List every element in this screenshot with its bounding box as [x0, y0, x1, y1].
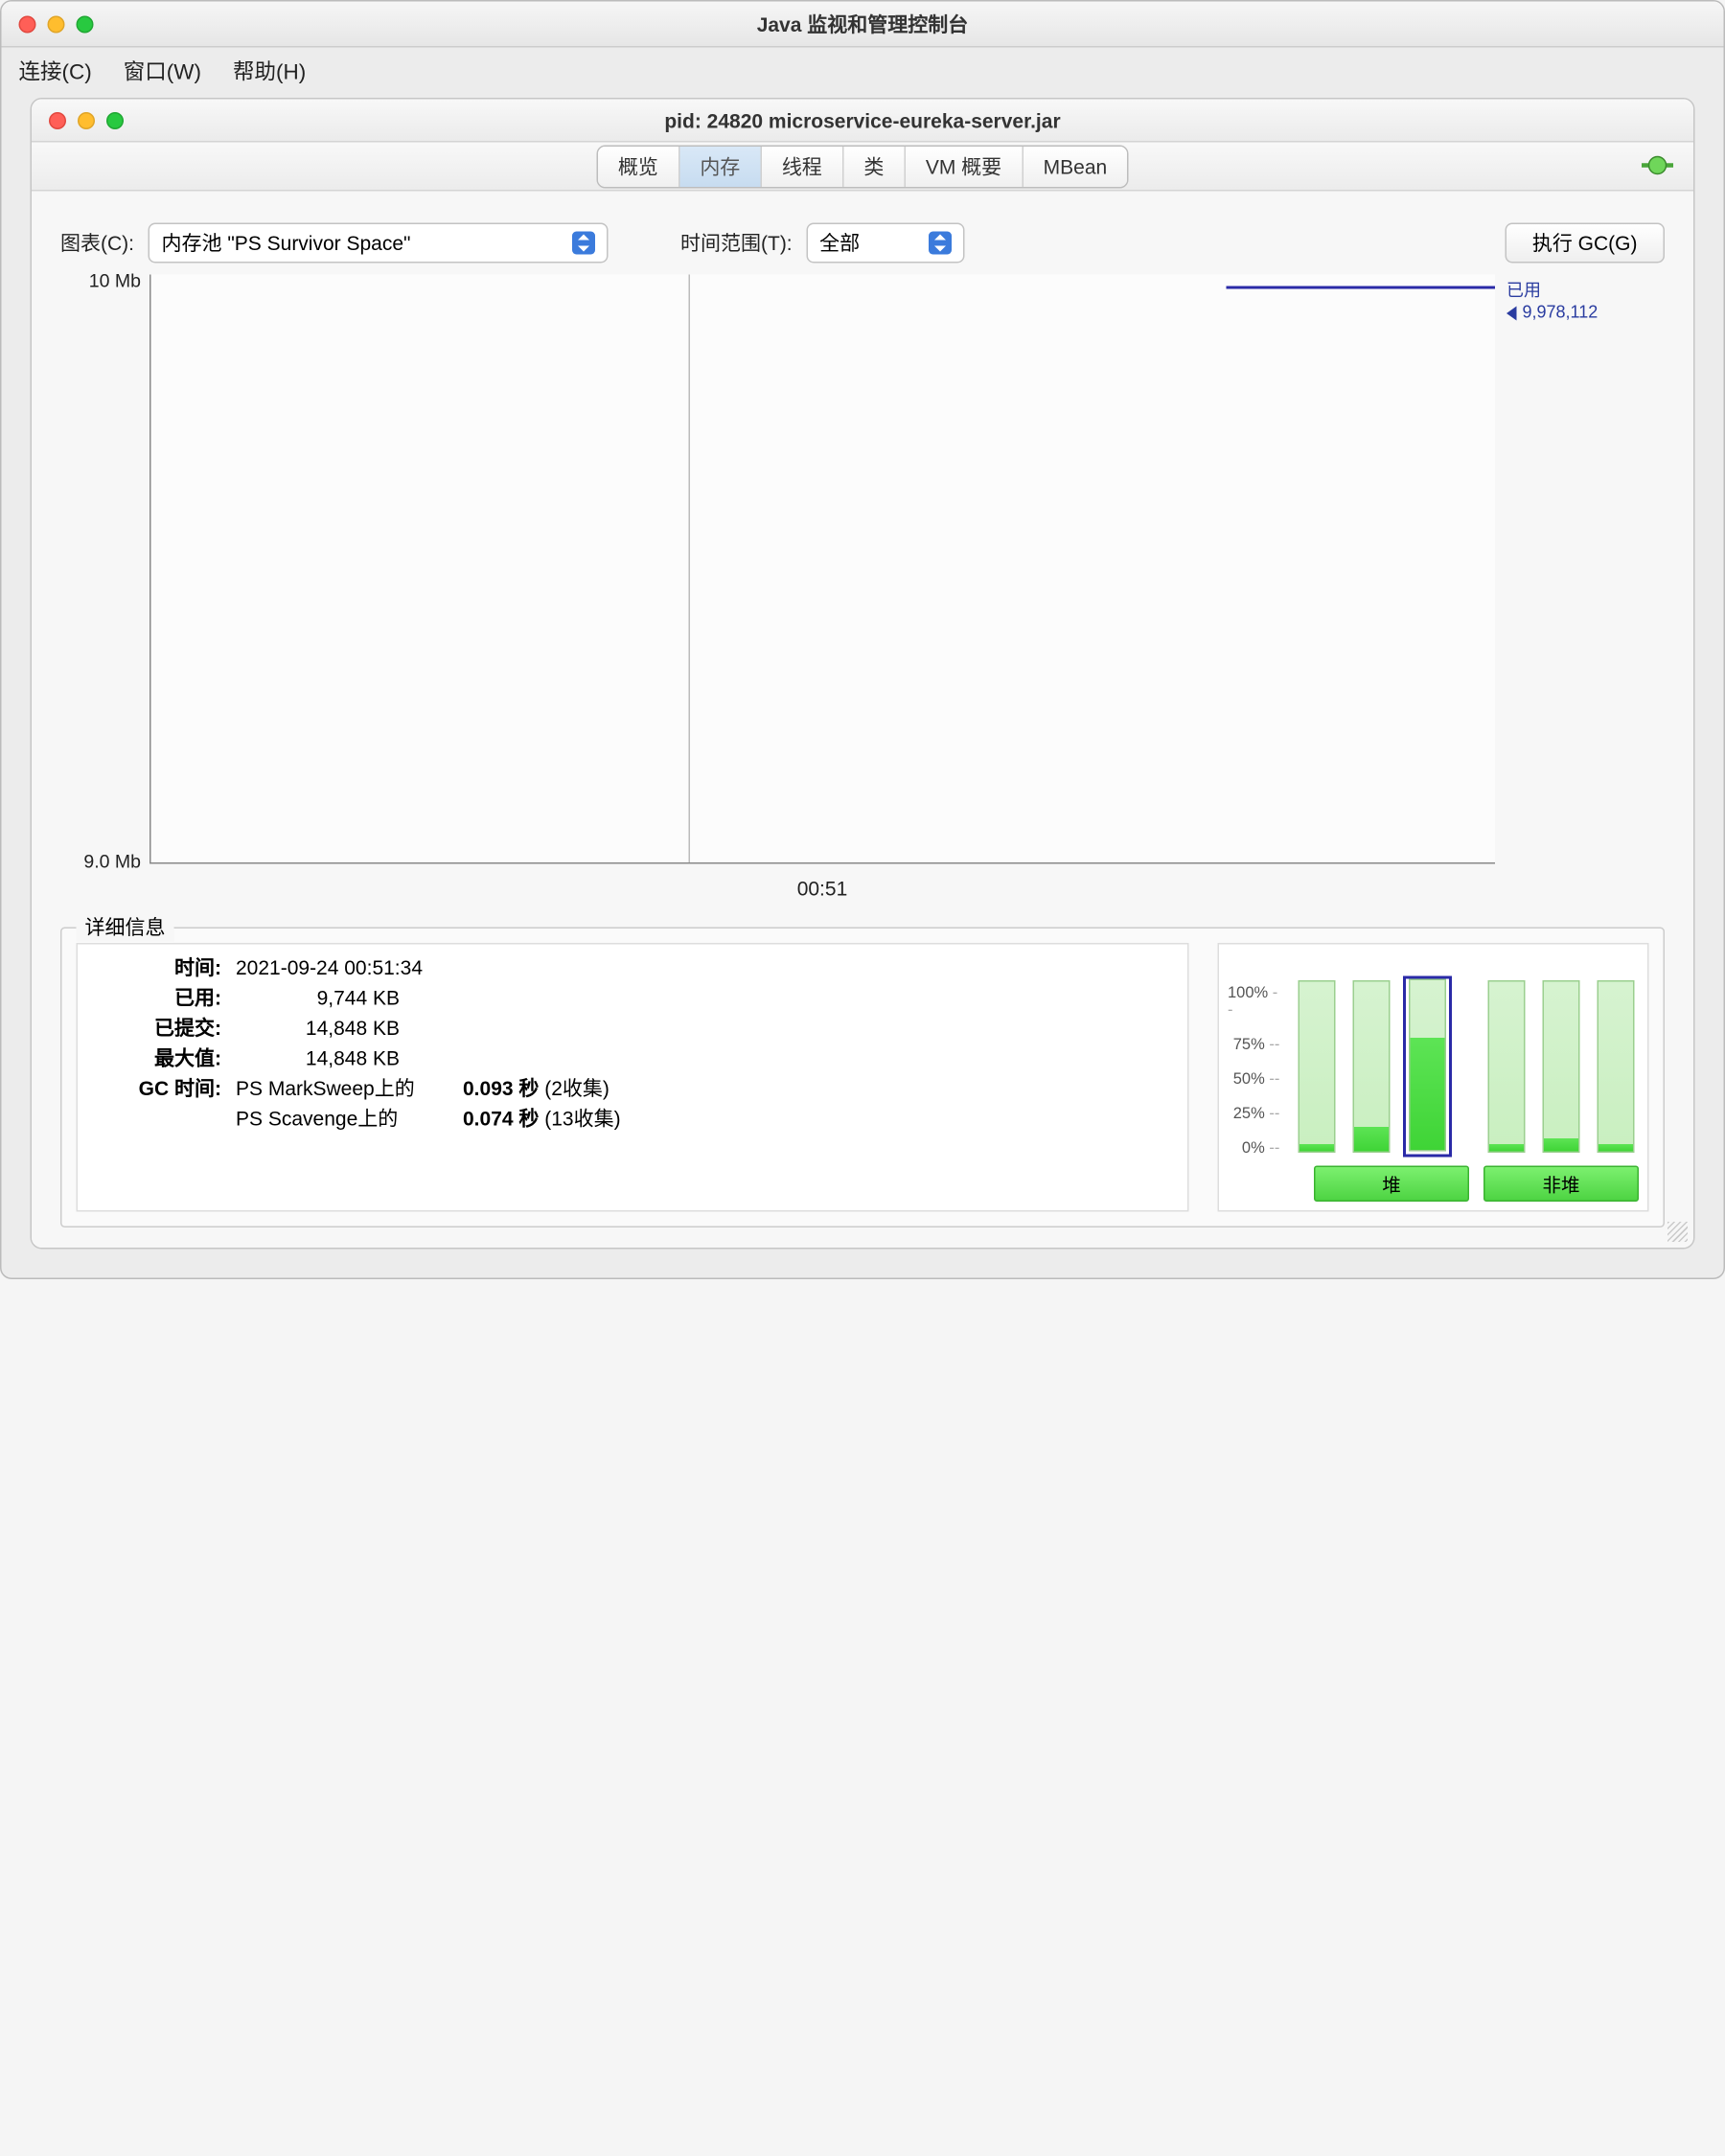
outer-title: Java 监视和管理控制台 [2, 10, 1724, 38]
gc-count: (13收集) [544, 1107, 620, 1130]
bars-y-tick: 100% [1228, 985, 1279, 1020]
heap-bar-selected[interactable] [1403, 976, 1452, 1158]
perform-gc-button[interactable]: 执行 GC(G) [1505, 223, 1665, 264]
tab-classes[interactable]: 类 [843, 146, 906, 186]
chart-label: 图表(C): [60, 229, 134, 258]
gc-time: 0.093 秒 [463, 1077, 539, 1100]
tab-strip: 概览 内存 线程 类 VM 概要 MBean [32, 143, 1693, 192]
detail-label-committed: 已提交: [92, 1014, 221, 1044]
bars-y-tick: 0% [1242, 1140, 1279, 1158]
outer-window: Java 监视和管理控制台 连接(C) 窗口(W) 帮助(H) pid: 248… [0, 0, 1725, 1279]
heap-bar[interactable] [1348, 976, 1394, 1158]
bars-y-tick: 25% [1233, 1106, 1280, 1123]
chart-y-axis: 10 Mb 9.0 Mb [60, 275, 150, 893]
chart-gridline [689, 275, 691, 863]
menu-window[interactable]: 窗口(W) [124, 57, 201, 87]
nonheap-bar[interactable] [1538, 976, 1584, 1158]
tab-threads[interactable]: 线程 [762, 146, 844, 186]
chart-plot-area[interactable] [150, 275, 1495, 864]
nonheap-bar[interactable] [1484, 976, 1530, 1158]
maximize-icon[interactable] [77, 15, 94, 33]
inner-titlebar[interactable]: pid: 24820 microservice-eureka-server.ja… [32, 100, 1693, 143]
detail-label-gc: GC 时间: [92, 1074, 221, 1105]
legend-series-value: 9,978,112 [1523, 302, 1598, 322]
outer-titlebar[interactable]: Java 监视和管理控制台 [2, 2, 1724, 48]
menu-connection[interactable]: 连接(C) [19, 57, 92, 87]
detail-value-used: 9,744 KB [227, 983, 457, 1014]
y-tick: 9.0 Mb [83, 850, 141, 872]
timerange-select-value: 全部 [819, 229, 860, 258]
timerange-label: 时间范围(T): [680, 229, 793, 258]
detail-label-used: 已用: [92, 983, 221, 1014]
detail-label-time: 时间: [92, 953, 221, 984]
connection-status-icon [1642, 152, 1673, 178]
minimize-icon[interactable] [78, 111, 95, 128]
menubar: 连接(C) 窗口(W) 帮助(H) [2, 48, 1724, 99]
inner-window: pid: 24820 microservice-eureka-server.ja… [31, 98, 1695, 1250]
details-title: 详细信息 [77, 913, 174, 942]
gc-time: 0.074 秒 [463, 1107, 539, 1130]
tab-memory[interactable]: 内存 [679, 146, 762, 186]
minimize-icon[interactable] [48, 15, 65, 33]
gc-count: (2收集) [544, 1077, 610, 1100]
timerange-select[interactable]: 全部 [807, 223, 965, 264]
inner-title: pid: 24820 microservice-eureka-server.ja… [32, 108, 1693, 131]
chart-x-axis: 00:51 [150, 870, 1495, 907]
triangle-left-icon [1506, 306, 1517, 320]
nonheap-bar[interactable] [1593, 976, 1639, 1158]
details-table: 时间: 2021-09-24 00:51:34 已用: 9,744 KB 已提交… [77, 943, 1189, 1212]
bars-y-axis: 100% 75% 50% 25% 0% [1228, 985, 1285, 1158]
heap-bar[interactable] [1294, 976, 1340, 1158]
gc-collector: PS MarkSweep上的 [227, 1074, 457, 1105]
chart-select-value: 内存池 "PS Survivor Space" [161, 229, 410, 258]
resize-grip-icon[interactable] [1668, 1222, 1688, 1242]
y-tick: 10 Mb [89, 269, 141, 291]
details-group: 详细信息 时间: 2021-09-24 00:51:34 已用: 9,744 K… [60, 928, 1665, 1228]
controls-row: 图表(C): 内存池 "PS Survivor Space" 时间范围(T): … [60, 223, 1665, 264]
chevron-updown-icon [572, 232, 595, 255]
detail-value-time: 2021-09-24 00:51:34 [227, 953, 457, 984]
chart-select[interactable]: 内存池 "PS Survivor Space" [149, 223, 609, 264]
memory-pools-panel: 100% 75% 50% 25% 0% [1218, 943, 1649, 1212]
memory-chart: 10 Mb 9.0 Mb 00:51 已用 9,978,112 [60, 275, 1665, 907]
tab-overview[interactable]: 概览 [598, 146, 680, 186]
chevron-updown-icon [929, 232, 952, 255]
detail-value-max: 14,848 KB [227, 1044, 457, 1074]
detail-value-committed: 14,848 KB [227, 1014, 457, 1044]
bars-y-tick: 75% [1233, 1037, 1280, 1054]
x-tick: 00:51 [797, 877, 848, 900]
close-icon[interactable] [19, 15, 36, 33]
nonheap-button[interactable]: 非堆 [1484, 1166, 1639, 1203]
chart-legend: 已用 9,978,112 [1495, 275, 1665, 907]
detail-label-max: 最大值: [92, 1044, 221, 1074]
legend-series-name: 已用 [1506, 278, 1665, 303]
gc-collector: PS Scavenge上的 [227, 1104, 457, 1135]
maximize-icon[interactable] [106, 111, 124, 128]
tab-vm-summary[interactable]: VM 概要 [906, 146, 1024, 186]
tab-mbean[interactable]: MBean [1024, 146, 1128, 186]
heap-button[interactable]: 堆 [1314, 1166, 1469, 1203]
chart-series-line [1227, 287, 1496, 289]
bars-y-tick: 50% [1233, 1071, 1280, 1089]
close-icon[interactable] [49, 111, 66, 128]
menu-help[interactable]: 帮助(H) [233, 57, 306, 87]
